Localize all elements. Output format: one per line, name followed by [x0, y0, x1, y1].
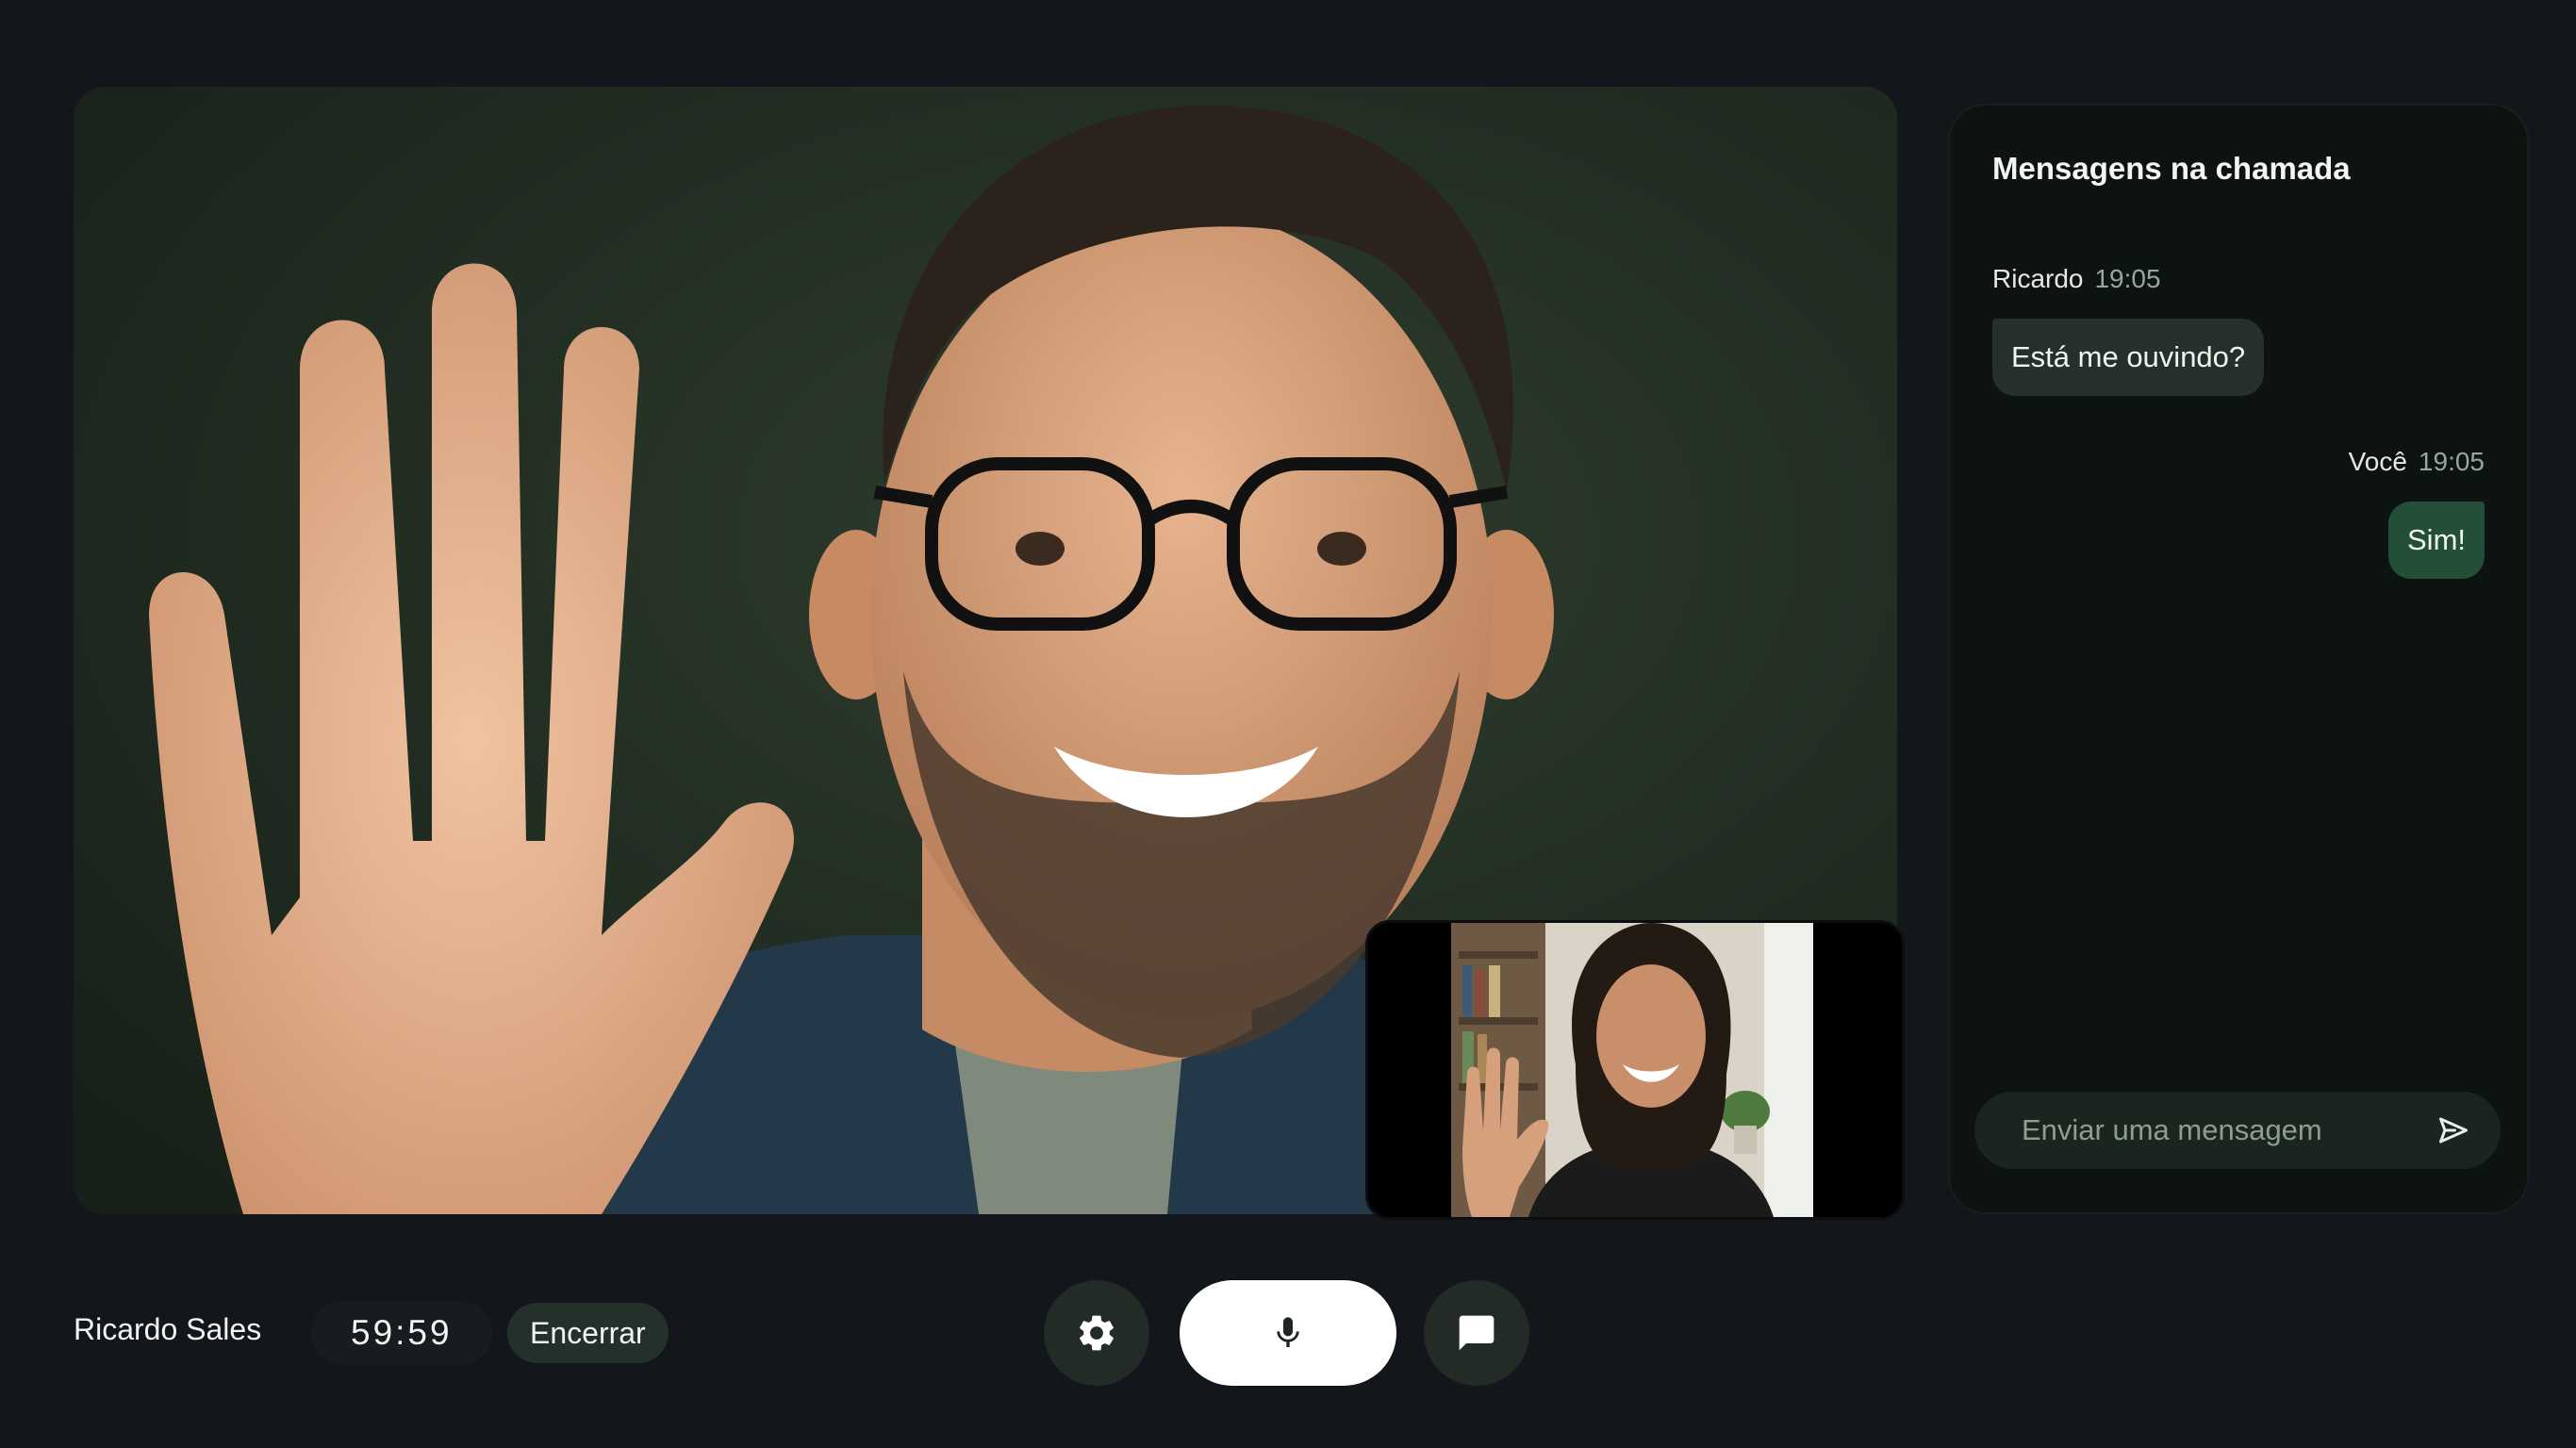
message-input[interactable] — [2020, 1112, 2429, 1148]
message-sender: Você — [2348, 447, 2407, 476]
chat-title: Mensagens na chamada — [1992, 151, 2351, 186]
mic-button[interactable] — [1180, 1280, 1396, 1386]
message-meta-incoming: Ricardo 19:05 — [1992, 264, 2161, 294]
chat-input-bar — [1974, 1092, 2501, 1169]
gear-icon — [1080, 1315, 1114, 1351]
message-meta-outgoing: Você 19:05 — [2349, 447, 2485, 477]
message-bubble-outgoing: Sim! — [2388, 502, 2485, 579]
chat-icon — [1459, 1315, 1494, 1351]
chat-toggle-button[interactable] — [1424, 1280, 1529, 1386]
message-bubble-incoming: Está me ouvindo? — [1992, 319, 2265, 396]
video-call-screen: Mensagens na chamada Ricardo 19:05 Está m… — [0, 0, 2576, 1448]
message-time: 19:05 — [2094, 264, 2161, 293]
mic-icon — [1277, 1317, 1299, 1347]
message-time: 19:05 — [2418, 447, 2485, 476]
caller-name: Ricardo Sales — [74, 1312, 262, 1346]
self-view-video[interactable] — [1365, 920, 1905, 1220]
end-call-button[interactable]: Encerrar — [507, 1303, 669, 1363]
send-button[interactable] — [2429, 1106, 2478, 1155]
send-icon — [2439, 1117, 2468, 1144]
chat-panel: Mensagens na chamada Ricardo 19:05 Está m… — [1948, 104, 2529, 1214]
settings-button[interactable] — [1044, 1280, 1149, 1386]
call-timer: 59:59 — [311, 1301, 492, 1365]
message-sender: Ricardo — [1992, 264, 2084, 293]
